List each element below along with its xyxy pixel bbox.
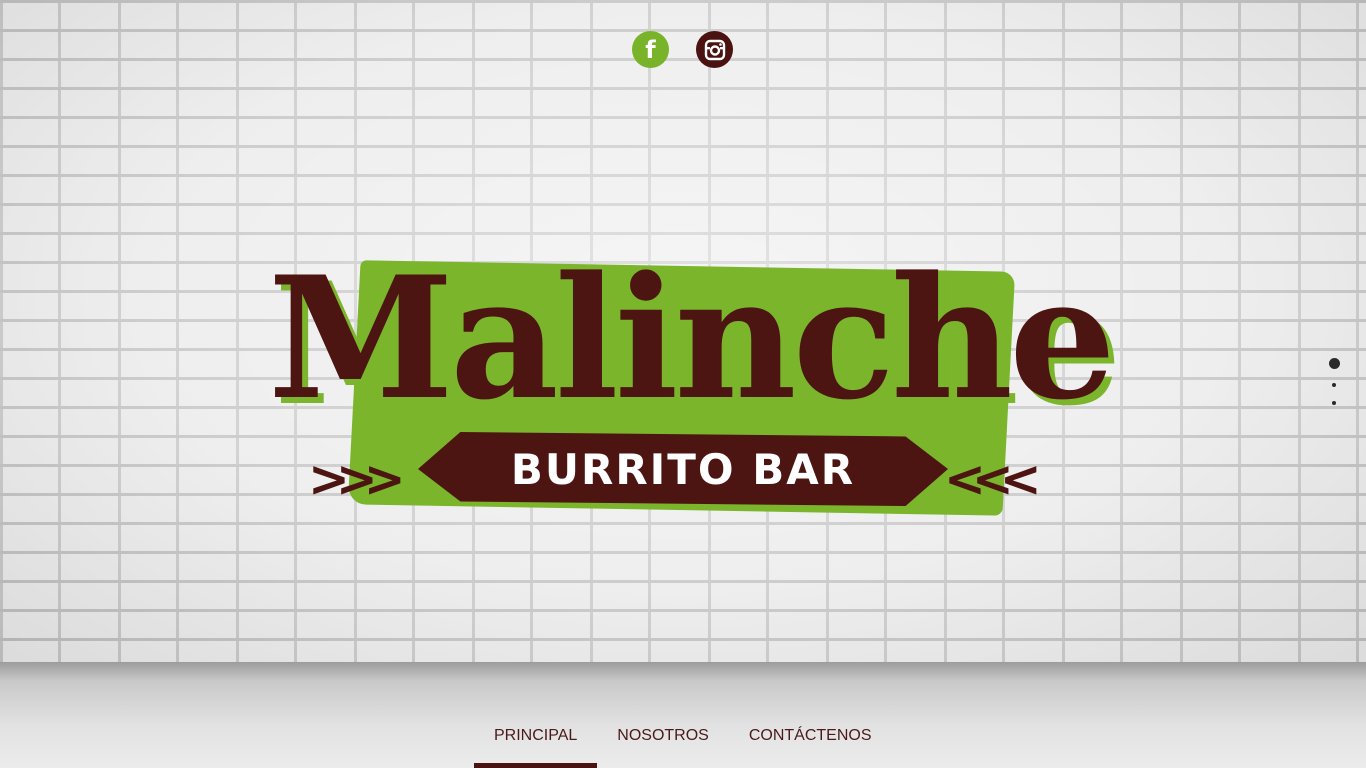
page: f Malinche >>> BURRITO BAR <<< PRINCIPAL… xyxy=(0,0,1366,768)
malinche-logo: Malinche >>> BURRITO BAR <<< xyxy=(268,254,1116,530)
instagram-glyph xyxy=(704,39,725,60)
logo-subtitle: BURRITO BAR xyxy=(510,444,856,494)
nav-item-principal[interactable]: PRINCIPAL xyxy=(474,716,598,768)
slider-dot-3[interactable] xyxy=(1332,401,1336,405)
facebook-icon[interactable]: f xyxy=(632,31,669,68)
chevron-left-decoration: >>> xyxy=(308,450,406,508)
social-links: f xyxy=(632,31,733,68)
chevron-right-decoration: <<< xyxy=(944,450,1042,508)
slider-dots xyxy=(1328,358,1340,405)
nav-item-nosotros[interactable]: NOSOTROS xyxy=(597,716,729,768)
facebook-glyph: f xyxy=(645,35,656,64)
instagram-icon[interactable] xyxy=(696,31,733,68)
slider-dot-1[interactable] xyxy=(1328,358,1340,369)
main-nav: PRINCIPAL NOSOTROS CONTÁCTENOS xyxy=(474,716,892,768)
logo-banner: BURRITO BAR xyxy=(418,432,948,506)
slider-dot-2[interactable] xyxy=(1332,383,1336,387)
nav-item-contactenos[interactable]: CONTÁCTENOS xyxy=(729,716,892,768)
logo-title: Malinche xyxy=(268,239,1116,437)
